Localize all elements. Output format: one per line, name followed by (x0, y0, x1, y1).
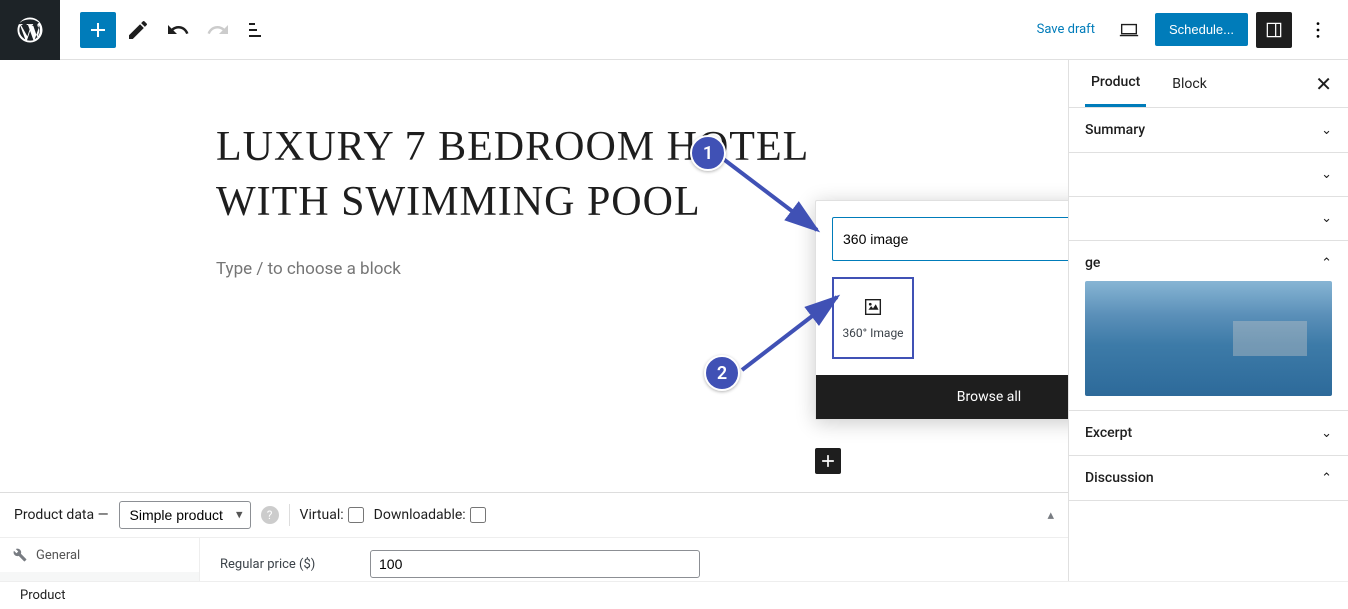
virtual-checkbox-label: Virtual: (300, 507, 364, 523)
sidebar-close-button[interactable]: ✕ (1315, 72, 1332, 96)
toolbar-right: Save draft Schedule... (1029, 12, 1348, 48)
downloadable-checkbox-label: Downloadable: (374, 507, 486, 523)
settings-toggle-button[interactable] (1256, 12, 1292, 48)
chevron-down-icon: ⌄ (1321, 426, 1332, 441)
redo-button[interactable] (200, 12, 236, 48)
browse-all-button[interactable]: Browse all (816, 375, 1068, 419)
wordpress-icon (15, 15, 45, 45)
chevron-down-icon: ⌄ (1321, 123, 1332, 138)
document-overview-button[interactable] (240, 12, 276, 48)
breadcrumb-product[interactable]: Product (0, 581, 1348, 609)
editor-column: LUXURY 7 BEDROOM HOTEL WITH SWIMMING POO… (0, 60, 1068, 584)
regular-price-label: Regular price ($) (220, 557, 370, 572)
wordpress-logo[interactable] (0, 0, 60, 60)
general-panel: Regular price ($) Sale price ($) Schedul… (200, 538, 1068, 584)
inserter-search-wrap: ✕ (816, 201, 1068, 277)
sidebar-tab-block[interactable]: Block (1166, 62, 1213, 106)
inserter-search-input[interactable] (843, 231, 1068, 247)
plus-icon (86, 18, 110, 42)
product-data-label: Product data — (14, 507, 109, 523)
list-view-icon (246, 18, 270, 42)
chevron-up-icon[interactable]: ⌃ (1321, 256, 1332, 271)
divider (289, 504, 290, 526)
save-draft-link[interactable]: Save draft (1029, 14, 1103, 45)
product-image-label-partial: ge (1085, 255, 1100, 271)
image-icon (862, 296, 884, 318)
inline-add-block-button[interactable] (815, 448, 841, 474)
main-layout: LUXURY 7 BEDROOM HOTEL WITH SWIMMING POO… (0, 60, 1348, 584)
regular-price-input[interactable] (370, 550, 700, 578)
virtual-checkbox[interactable] (348, 507, 364, 523)
undo-icon (166, 18, 190, 42)
inserter-search-box: ✕ (832, 217, 1068, 261)
sidebar-section-excerpt[interactable]: Excerpt ⌄ (1069, 411, 1348, 456)
schedule-button[interactable]: Schedule... (1155, 13, 1248, 46)
wrench-icon (12, 547, 28, 563)
sidebar-section-summary[interactable]: Summary ⌄ (1069, 108, 1348, 153)
undo-button[interactable] (160, 12, 196, 48)
help-icon[interactable]: ? (261, 506, 279, 524)
edit-mode-button[interactable] (120, 12, 156, 48)
annotation-arrow-2 (732, 285, 852, 380)
sidebar-section-product-image: ge ⌃ (1069, 241, 1348, 411)
product-data-header: Product data — Simple product ? Virtual: (0, 493, 1068, 538)
block-results-grid: 360° Image (816, 277, 1068, 375)
block-inserter-popover: ✕ 360° Image Browse all (815, 200, 1068, 420)
sidebar-section-hidden-2[interactable]: ⌄ (1069, 197, 1348, 241)
tab-general[interactable]: General (0, 538, 199, 572)
laptop-icon (1118, 19, 1140, 41)
regular-price-row: Regular price ($) (220, 550, 1048, 578)
annotation-arrow-1 (712, 148, 832, 243)
sidebar-section-discussion[interactable]: Discussion ⌃ (1069, 456, 1348, 501)
pencil-icon (126, 18, 150, 42)
sidebar-tabs: Product Block ✕ (1069, 60, 1348, 108)
toolbar-left (60, 12, 276, 48)
product-data-tabs: General Inventory (0, 538, 200, 584)
annotation-badge-1: 1 (690, 135, 726, 171)
settings-sidebar: Product Block ✕ Summary ⌄ ⌄ ⌄ ge ⌃ Excer… (1068, 60, 1348, 584)
redo-icon (206, 18, 230, 42)
add-block-button[interactable] (80, 12, 116, 48)
annotation-badge-2: 2 (704, 355, 740, 391)
options-menu-button[interactable] (1300, 12, 1336, 48)
more-vertical-icon (1307, 19, 1329, 41)
block-placeholder[interactable]: Type / to choose a block (216, 259, 836, 279)
chevron-down-icon: ⌄ (1321, 167, 1332, 182)
product-data-metabox: Product data — Simple product ? Virtual: (0, 492, 1068, 584)
top-toolbar: Save draft Schedule... (0, 0, 1348, 60)
chevron-down-icon: ⌄ (1321, 211, 1332, 226)
downloadable-checkbox[interactable] (470, 507, 486, 523)
product-data-body: General Inventory (0, 538, 1068, 584)
preview-button[interactable] (1111, 12, 1147, 48)
sidebar-section-hidden-1[interactable]: ⌄ (1069, 153, 1348, 197)
product-image-thumbnail[interactable] (1085, 281, 1332, 396)
chevron-up-icon: ⌃ (1321, 471, 1332, 486)
plus-icon (818, 451, 838, 471)
sidebar-tab-product[interactable]: Product (1085, 60, 1146, 107)
sidebar-icon (1264, 20, 1284, 40)
metabox-collapse-button[interactable]: ▴ (1047, 508, 1054, 523)
product-type-select[interactable]: Simple product (119, 501, 251, 529)
